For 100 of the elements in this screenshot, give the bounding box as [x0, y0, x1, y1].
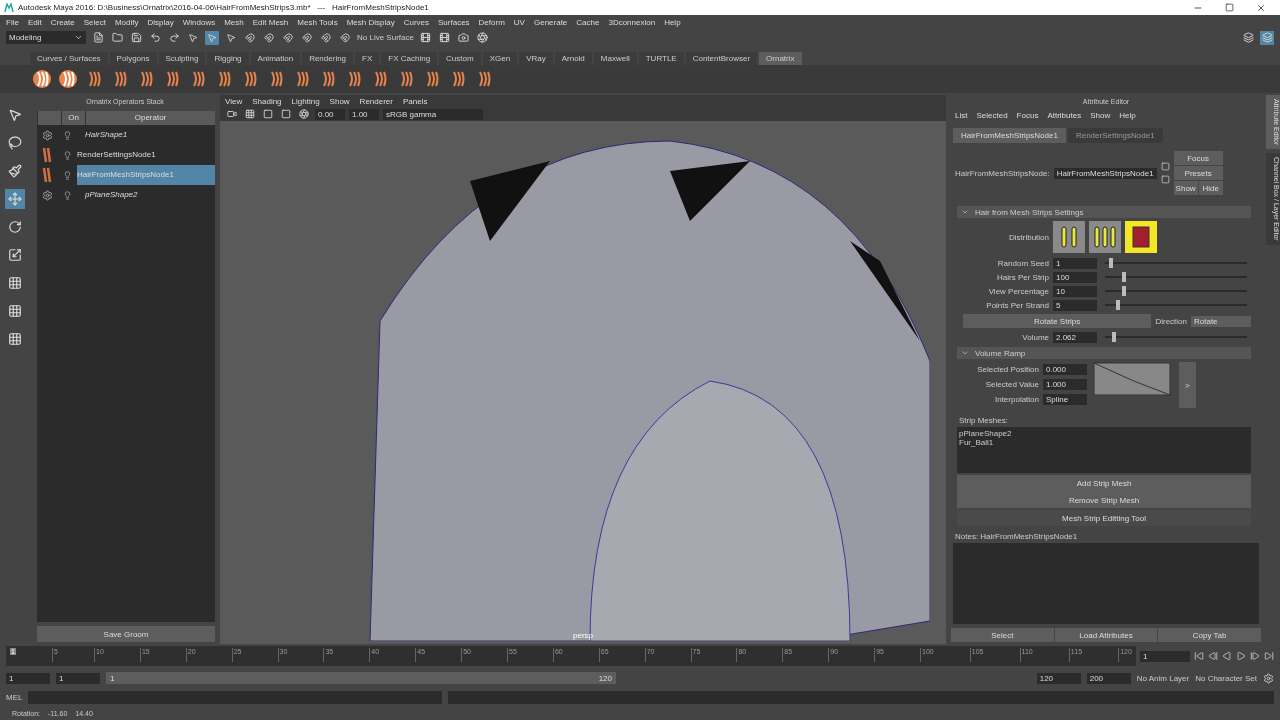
- menu-item[interactable]: Cache: [576, 17, 600, 27]
- move-tool-icon[interactable]: [5, 189, 25, 209]
- node-tab[interactable]: HairFromMeshStripsNode1: [953, 128, 1066, 143]
- distribution-option[interactable]: [1053, 221, 1085, 253]
- menu-item[interactable]: Modify: [114, 17, 139, 27]
- value-field[interactable]: 100: [1053, 271, 1097, 283]
- shelf-tab[interactable]: Rigging: [207, 52, 249, 65]
- menu-item[interactable]: Edit Mesh: [252, 17, 289, 27]
- menu-item[interactable]: Mesh Display: [346, 17, 395, 27]
- go-to-start-icon[interactable]: [1194, 651, 1204, 661]
- menu-item[interactable]: 3Dconnexion: [608, 17, 656, 27]
- menu-item[interactable]: Deform: [478, 17, 505, 27]
- bulb-icon[interactable]: [62, 190, 72, 200]
- mode-dropdown[interactable]: Modeling: [6, 31, 86, 44]
- shelf-tab[interactable]: Curves / Surfaces: [30, 52, 108, 65]
- slider-thumb[interactable]: [1112, 332, 1117, 342]
- menu-item[interactable]: Generate: [533, 17, 568, 27]
- render-view-icon[interactable]: [437, 30, 452, 45]
- load-node-icon[interactable]: [1160, 175, 1170, 184]
- play-icon[interactable]: [1236, 651, 1246, 661]
- new-file-icon[interactable]: [91, 30, 105, 45]
- shelf-tab[interactable]: TURTLE: [638, 52, 684, 65]
- show-button[interactable]: Show: [1173, 181, 1198, 195]
- footer-button[interactable]: Copy Tab: [1158, 628, 1261, 642]
- interpolation-dropdown[interactable]: Spline: [1043, 393, 1087, 405]
- menu-item[interactable]: Windows: [182, 17, 216, 27]
- menu-item[interactable]: Display: [147, 17, 174, 27]
- playback-start-field[interactable]: 1: [56, 672, 100, 684]
- shading-icon[interactable]: [297, 107, 311, 121]
- bulb-icon[interactable]: [62, 150, 72, 160]
- shelf-tab[interactable]: XGen: [482, 52, 518, 65]
- magnet-icon[interactable]: [281, 30, 295, 45]
- section-header[interactable]: Volume Ramp: [957, 347, 1251, 359]
- hide-button[interactable]: Hide: [1198, 181, 1223, 195]
- panel-layout-icon[interactable]: [1241, 30, 1255, 45]
- panel-layout-icon[interactable]: [1260, 30, 1274, 45]
- go-to-end-icon[interactable]: [1264, 651, 1274, 661]
- menu-item[interactable]: Selected: [976, 111, 1008, 120]
- node-tab[interactable]: RenderSettingsNode1: [1067, 128, 1163, 143]
- menu-item[interactable]: UV: [513, 17, 525, 27]
- grid-icon[interactable]: [243, 107, 257, 121]
- menu-item[interactable]: Help: [664, 17, 681, 27]
- frame-icon[interactable]: [261, 107, 275, 121]
- distribution-option[interactable]: [1089, 221, 1121, 253]
- viewport-menu-item[interactable]: Shading: [252, 96, 282, 106]
- menu-item[interactable]: Help: [1119, 111, 1136, 120]
- value-field[interactable]: 10: [1053, 285, 1097, 297]
- exposure-field[interactable]: 0.00: [315, 108, 345, 120]
- focus-button[interactable]: Focus: [1173, 151, 1223, 165]
- slider-thumb[interactable]: [1116, 300, 1121, 310]
- load-node-icon[interactable]: [1160, 162, 1170, 171]
- menu-item[interactable]: Mesh: [224, 17, 244, 27]
- shelf-tab[interactable]: FX: [355, 52, 380, 65]
- ipr-render-icon[interactable]: [456, 30, 471, 45]
- magnet-icon[interactable]: [319, 30, 333, 45]
- current-frame-field[interactable]: 1: [1140, 650, 1190, 662]
- menu-item[interactable]: Edit: [27, 17, 42, 27]
- save-groom-button[interactable]: Save Groom: [37, 626, 215, 642]
- command-field[interactable]: [28, 690, 442, 704]
- strip-mesh-entry[interactable]: Fur_Ball1: [959, 438, 1249, 447]
- distribution-option[interactable]: [1125, 221, 1157, 253]
- magnet-icon[interactable]: [338, 30, 352, 45]
- shelf-tab[interactable]: Ornatrix: [759, 52, 802, 65]
- select-mode-icon[interactable]: [205, 30, 219, 45]
- operator-row[interactable]: HairShape1: [77, 125, 215, 145]
- magnet-icon[interactable]: [300, 30, 314, 45]
- render-settings-icon[interactable]: [475, 30, 490, 45]
- strip-mesh-entry[interactable]: pPlaneShape2: [959, 429, 1249, 438]
- magnet-icon[interactable]: [243, 30, 257, 45]
- open-folder-icon[interactable]: [110, 30, 124, 45]
- menu-item[interactable]: Select: [83, 17, 106, 27]
- viewport-menu-item[interactable]: View: [225, 96, 243, 106]
- end-frame-field[interactable]: 200: [1086, 672, 1131, 684]
- render-frame-icon[interactable]: [418, 30, 433, 45]
- save-icon[interactable]: [129, 30, 143, 45]
- color-space-dropdown[interactable]: sRGB gamma: [383, 108, 483, 120]
- presets-button[interactable]: Presets: [1173, 166, 1223, 180]
- shelf-tab[interactable]: Arnold: [554, 52, 592, 65]
- viewport-menu-item[interactable]: Renderer: [359, 96, 393, 106]
- hair-tool-icon[interactable]: [32, 69, 52, 89]
- menu-item[interactable]: Mesh Tools: [297, 17, 338, 27]
- start-frame-field[interactable]: 1: [6, 672, 50, 684]
- slider-thumb[interactable]: [1122, 286, 1127, 296]
- magnet-icon[interactable]: [262, 30, 276, 45]
- value-field[interactable]: 5: [1053, 299, 1097, 311]
- shelf-tab[interactable]: Animation: [250, 52, 301, 65]
- shelf-tab[interactable]: VRay: [519, 52, 553, 65]
- bulb-icon[interactable]: [62, 130, 72, 140]
- gamma-field[interactable]: 1.00: [349, 108, 379, 120]
- node-name-field[interactable]: HairFromMeshStripsNode1: [1053, 167, 1157, 179]
- menu-item[interactable]: Show: [1090, 111, 1111, 120]
- undo-icon[interactable]: [148, 30, 162, 45]
- operator-row[interactable]: pPlaneShape2: [77, 185, 215, 205]
- shelf-tab[interactable]: Sculpting: [158, 52, 206, 65]
- shelf-tab[interactable]: Maxwell: [593, 52, 637, 65]
- menu-item[interactable]: File: [6, 17, 19, 27]
- editing-tool-button[interactable]: Mesh Strip Editting Tool: [957, 510, 1251, 526]
- hair-tool-icon[interactable]: [58, 69, 78, 89]
- playback-end-field[interactable]: 120: [1036, 672, 1081, 684]
- footer-button[interactable]: Load Attributes: [1054, 628, 1158, 642]
